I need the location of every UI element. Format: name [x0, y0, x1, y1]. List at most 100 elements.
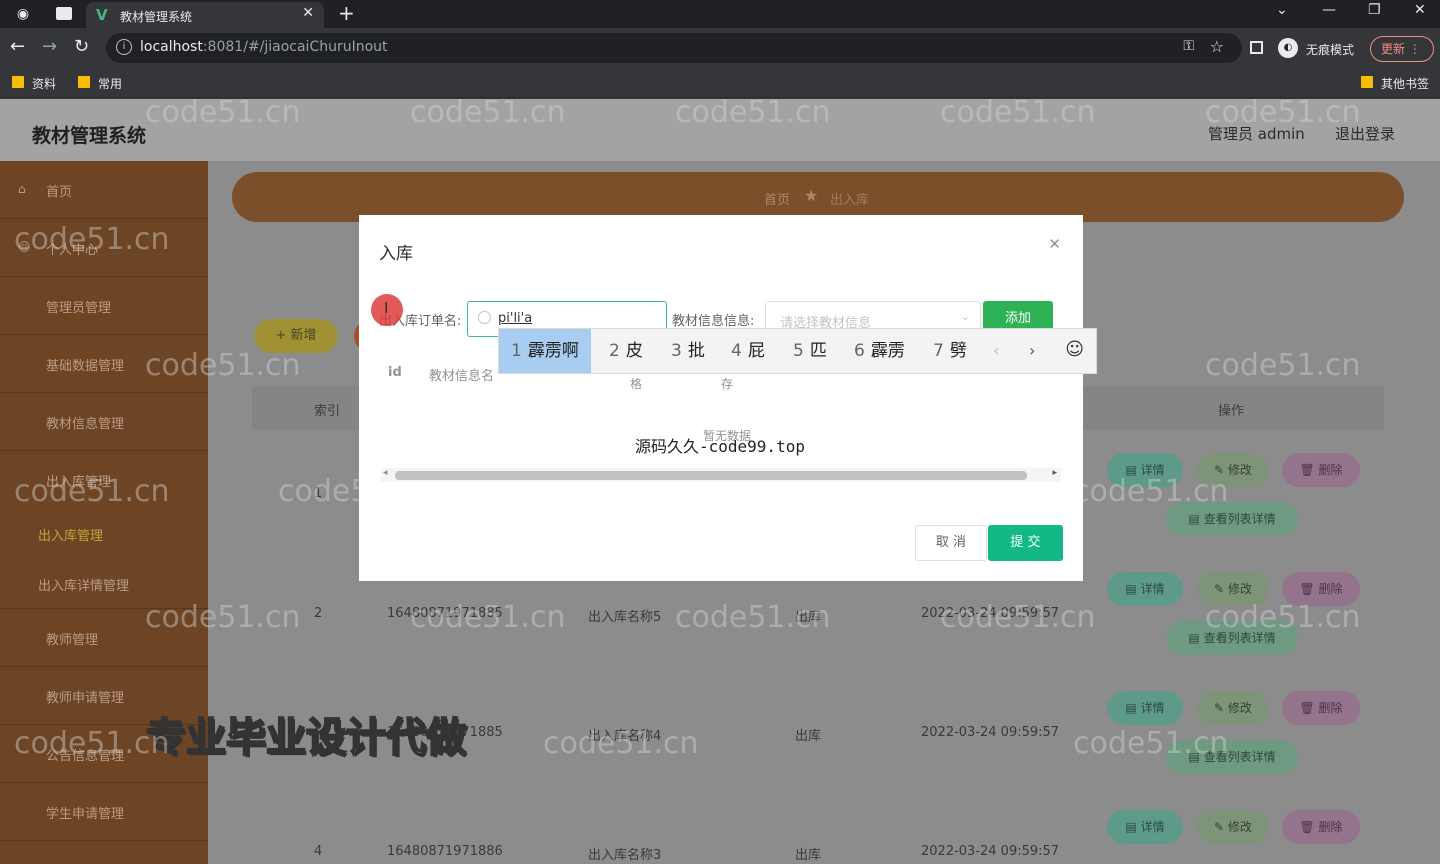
restore-icon[interactable]: ❐ — [1368, 2, 1381, 18]
info-icon[interactable]: i — [116, 39, 132, 55]
tab-title: 教材管理系统 — [120, 10, 193, 24]
dialog-column-header: id — [388, 365, 402, 380]
cell-index: 2 — [314, 606, 323, 621]
ime-candidate[interactable]: 1 霹雳啊 — [499, 329, 591, 373]
sidebar-subitem-inout-detail[interactable]: 出入库详情管理 — [0, 559, 208, 609]
emoji-icon[interactable]: ☺ — [1065, 339, 1084, 360]
app-header: 教材管理系统 管理员 admin 退出登录 — [0, 99, 1440, 161]
detail-button[interactable]: ▤ 详情 — [1107, 691, 1183, 725]
cell-index: 1 — [314, 486, 323, 501]
inbound-dialog: 入库 ✕ 出入库订单名: pi'li'a 教材信息信息: 请选择教材信息 ⌄ 添… — [359, 215, 1083, 581]
breadcrumb-home[interactable]: 首页 — [764, 189, 790, 208]
add-button[interactable]: + 新增 — [254, 319, 338, 353]
url-text[interactable]: localhost:8081/#/jiaocaiChuruInout — [140, 39, 388, 55]
chevron-right-icon[interactable]: › — [1029, 341, 1035, 360]
sidebar-subitem-inout[interactable]: 出入库管理 — [0, 509, 208, 559]
edit-button[interactable]: ✎ 修改 — [1197, 453, 1269, 487]
star-icon[interactable]: ☆ — [1210, 37, 1224, 56]
chevron-left-icon[interactable]: ‹ — [993, 341, 999, 360]
browser-tabbar: ◉ V 教材管理系统 ✕ + ⌄ — ❐ ✕ — [0, 0, 1440, 28]
logout-link[interactable]: 退出登录 — [1335, 123, 1395, 144]
address-bar: ← → ↻ i localhost:8081/#/jiaocaiChuruIno… — [0, 28, 1440, 68]
ime-candidate[interactable]: 7劈 — [933, 329, 967, 373]
sidebar-item-home[interactable]: ⌂ 首页 — [0, 161, 208, 219]
scrollbar-thumb[interactable] — [395, 471, 1027, 480]
dialog-title: 入库 — [379, 244, 413, 264]
detail-button[interactable]: ▤ 详情 — [1107, 572, 1183, 606]
cell-index: 4 — [314, 844, 323, 859]
browser-tab[interactable]: V 教材管理系统 ✕ — [86, 2, 324, 28]
current-user: 管理员 admin — [1208, 125, 1305, 143]
minimize-icon[interactable]: — — [1322, 2, 1336, 18]
cell-time: 2022-03-24 09:59:57 — [921, 844, 1060, 859]
omnibox[interactable]: i localhost:8081/#/jiaocaiChuruInout ⚿ ☆ — [106, 33, 1242, 63]
bookmark-folder[interactable]: 常用 — [78, 75, 122, 92]
sidebar-item-admins[interactable]: 管理员管理 — [0, 277, 208, 335]
other-bookmarks[interactable]: 其他书签 — [1361, 75, 1429, 92]
incognito-icon[interactable]: ◐ — [1278, 38, 1298, 58]
close-icon[interactable]: ✕ — [302, 5, 314, 21]
ime-candidate[interactable]: 3批 — [671, 329, 705, 373]
scroll-left-icon[interactable]: ◂ — [383, 468, 388, 478]
ime-candidate[interactable]: 6 霹雳 — [854, 329, 905, 373]
click-indicator-icon — [371, 294, 403, 326]
horizontal-scrollbar[interactable]: ◂ ▸ — [381, 468, 1061, 482]
cell-time: 2022-03-24 09:59:57 — [921, 725, 1060, 740]
sidebar-item-teachers[interactable]: 教师管理 — [0, 609, 208, 667]
delete-button[interactable]: 🗑 删除 — [1282, 572, 1360, 606]
detail-button[interactable]: ▤ 详情 — [1107, 810, 1183, 844]
sidebar-item-student-apply[interactable]: 学生申请管理 — [0, 783, 208, 841]
dialog-column-header: 教材信息名 — [429, 369, 495, 384]
back-icon[interactable]: ← — [10, 37, 25, 57]
chevron-down-icon: ⌄ — [960, 310, 970, 323]
column-header: 索引 — [314, 404, 341, 419]
vue-logo-icon: V — [96, 6, 108, 24]
window-close-icon[interactable]: ✕ — [1414, 2, 1426, 18]
close-icon[interactable]: ✕ — [1048, 235, 1061, 253]
globe-icon[interactable]: ◉ — [14, 5, 32, 23]
side-panel-icon[interactable] — [1250, 41, 1263, 54]
delete-button[interactable]: 🗑 删除 — [1282, 810, 1360, 844]
cancel-button[interactable]: 取 消 — [915, 525, 987, 561]
chevron-down-icon[interactable]: ⌄ — [1276, 2, 1288, 18]
cell-time: 2022-03-24 09:59:57 — [921, 606, 1060, 621]
edit-button[interactable]: ✎ 修改 — [1197, 572, 1269, 606]
window-icon[interactable] — [56, 7, 72, 20]
edit-button[interactable]: ✎ 修改 — [1197, 691, 1269, 725]
cell-code: 16480871971886 — [387, 844, 503, 859]
ime-candidate[interactable]: 2皮 — [609, 329, 643, 373]
order-name-value: pi'li'a — [498, 311, 533, 326]
forward-icon[interactable]: → — [42, 37, 57, 57]
detail-button[interactable]: ▤ 详情 — [1107, 453, 1183, 487]
sidebar-item-inout[interactable]: 出入库管理 — [0, 451, 208, 509]
page-title: 教材管理系统 — [32, 125, 147, 147]
bookmark-folder[interactable]: 资料 — [12, 75, 56, 92]
scroll-right-icon[interactable]: ▸ — [1052, 468, 1057, 478]
breadcrumb-current: 出入库 — [830, 193, 870, 208]
submit-button[interactable]: 提 交 — [988, 525, 1063, 561]
edit-button[interactable]: ✎ 修改 — [1197, 810, 1269, 844]
sidebar-item-basedata[interactable]: 基础数据管理 — [0, 335, 208, 393]
reload-icon[interactable]: ↻ — [74, 37, 89, 57]
sidebar-item-books[interactable]: 教材信息管理 — [0, 393, 208, 451]
cell-type: 出库 — [795, 610, 822, 625]
cell-type: 出库 — [795, 729, 822, 744]
cell-name: 出入库名称3 — [588, 848, 662, 863]
home-icon: ⌂ — [18, 182, 26, 196]
ime-candidate[interactable]: 4屁 — [731, 329, 765, 373]
list-detail-button[interactable]: ▤ 查看列表详情 — [1166, 621, 1298, 655]
update-button[interactable]: 更新 ⋮ — [1370, 36, 1434, 62]
delete-button[interactable]: 🗑 删除 — [1282, 691, 1360, 725]
delete-button[interactable]: 🗑 删除 — [1282, 453, 1360, 487]
sidebar-item-profile[interactable]: ☺ 个人中心 — [0, 219, 208, 277]
book-info-label: 教材信息信息: — [672, 314, 755, 329]
dialog-column-header: 存 — [721, 377, 734, 391]
incognito-label[interactable]: 无痕模式 — [1306, 41, 1354, 58]
ime-candidate[interactable]: 5匹 — [793, 329, 827, 373]
site-watermark: 源码久久-code99.top — [635, 437, 805, 456]
new-tab-icon[interactable]: + — [338, 1, 355, 25]
search-icon — [478, 311, 491, 324]
list-detail-button[interactable]: ▤ 查看列表详情 — [1166, 740, 1298, 774]
list-detail-button[interactable]: ▤ 查看列表详情 — [1166, 502, 1298, 536]
key-icon[interactable]: ⚿ — [1183, 38, 1194, 54]
